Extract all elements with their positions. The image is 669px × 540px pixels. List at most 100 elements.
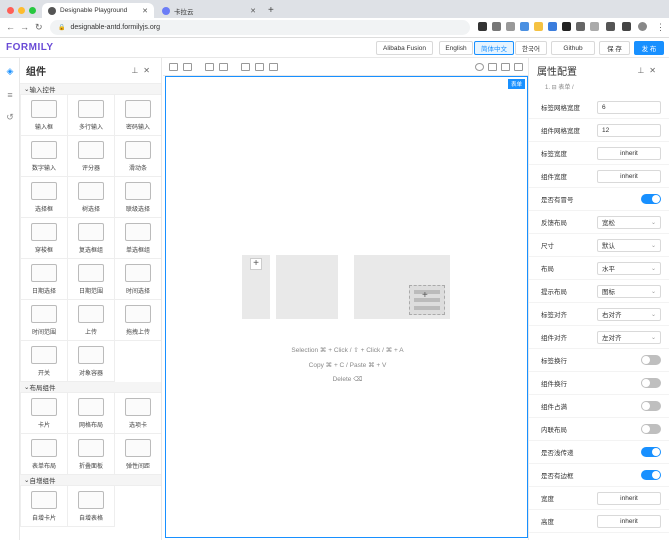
mobile-view-icon[interactable]: [255, 63, 264, 71]
redo-icon[interactable]: [183, 63, 192, 71]
component-group-header[interactable]: ⌄ 自增组件: [20, 475, 161, 486]
property-select[interactable]: 图标 ⌄: [597, 284, 661, 298]
preview-icon[interactable]: [514, 63, 523, 71]
property-switch[interactable]: [641, 401, 661, 411]
property-switch[interactable]: [641, 194, 661, 204]
pc-view-icon[interactable]: [241, 63, 250, 71]
maximize-window-icon[interactable]: [29, 7, 36, 14]
undo-icon[interactable]: [169, 63, 178, 71]
json-view-icon[interactable]: [488, 63, 497, 71]
component-item[interactable]: 穿梭框: [21, 218, 68, 259]
component-item[interactable]: 输入框: [21, 95, 68, 136]
property-input[interactable]: inherit: [597, 146, 661, 160]
property-switch[interactable]: [641, 378, 661, 388]
property-input[interactable]: 12: [597, 123, 661, 137]
component-item[interactable]: 开关: [21, 341, 68, 382]
pin-close-icons[interactable]: ⊥✕: [637, 66, 661, 75]
component-item[interactable]: 日期范围: [68, 259, 115, 300]
component-item[interactable]: 联级选择: [115, 177, 161, 218]
avatar[interactable]: [638, 22, 647, 31]
breadcrumb[interactable]: 1. ⊟ 表单 /: [529, 82, 669, 96]
component-item[interactable]: 滑动条: [115, 136, 161, 177]
korean-button[interactable]: 한국어: [515, 41, 547, 55]
design-view-icon[interactable]: [475, 63, 484, 71]
publish-button[interactable]: 发 布: [634, 41, 664, 55]
property-switch[interactable]: [641, 447, 661, 457]
responsive-view-icon[interactable]: [269, 63, 278, 71]
minimize-window-icon[interactable]: [18, 7, 25, 14]
extension-icon[interactable]: [520, 22, 529, 31]
reload-icon[interactable]: ↻: [35, 22, 43, 33]
component-item[interactable]: 复选框组: [68, 218, 115, 259]
sidebar-icon[interactable]: [622, 22, 631, 31]
extension-icon[interactable]: [534, 22, 543, 31]
menu-dots-icon[interactable]: ⋮: [656, 22, 665, 33]
code-view-icon[interactable]: [501, 63, 510, 71]
component-item[interactable]: 选择框: [21, 177, 68, 218]
back-icon[interactable]: ←: [6, 22, 15, 32]
property-select[interactable]: 右对齐 ⌄: [597, 307, 661, 321]
extension-icon[interactable]: [506, 22, 515, 31]
pin-close-icons[interactable]: ⊥✕: [131, 66, 155, 75]
github-button[interactable]: Github: [551, 41, 595, 55]
history-icon[interactable]: ↺: [5, 112, 15, 122]
component-item[interactable]: 折叠面板: [68, 434, 115, 475]
browser-tab-inactive[interactable]: 卡拉云 ✕: [156, 3, 262, 18]
property-switch[interactable]: [641, 424, 661, 434]
component-item[interactable]: 自增卡片: [21, 486, 68, 527]
close-tab-icon[interactable]: ✕: [142, 7, 148, 15]
components-icon[interactable]: ◈: [5, 66, 15, 76]
component-item[interactable]: 树选择: [68, 177, 115, 218]
component-item[interactable]: 单选框组: [115, 218, 161, 259]
component-group-header[interactable]: ⌄ 布局组件: [20, 382, 161, 393]
component-item[interactable]: 表单布局: [21, 434, 68, 475]
close-window-icon[interactable]: [7, 7, 14, 14]
new-tab-icon[interactable]: +: [268, 5, 274, 16]
component-item[interactable]: 网格布局: [68, 393, 115, 434]
chinese-button[interactable]: 简体中文: [474, 41, 514, 55]
component-item[interactable]: 弹性间距: [115, 434, 161, 475]
save-button[interactable]: 保 存: [599, 41, 630, 55]
browser-tab-active[interactable]: Designable Playground ✕: [42, 3, 154, 18]
selection-icon[interactable]: [219, 63, 228, 71]
extension-icon[interactable]: [478, 22, 487, 31]
component-item[interactable]: 多行输入: [68, 95, 115, 136]
component-item[interactable]: 选项卡: [115, 393, 161, 434]
property-input[interactable]: inherit: [597, 491, 661, 505]
component-item[interactable]: 数字输入: [21, 136, 68, 177]
puzzle-icon[interactable]: [606, 22, 615, 31]
property-select[interactable]: 水平 ⌄: [597, 261, 661, 275]
component-item[interactable]: 时间选择: [115, 259, 161, 300]
property-select[interactable]: 默认 ⌄: [597, 238, 661, 252]
window-controls[interactable]: [7, 7, 36, 14]
extension-icon[interactable]: [590, 22, 599, 31]
component-item[interactable]: 拖拽上传: [115, 300, 161, 341]
close-tab-icon[interactable]: ✕: [250, 7, 256, 15]
component-item[interactable]: 卡片: [21, 393, 68, 434]
forward-icon[interactable]: →: [20, 22, 29, 32]
property-input[interactable]: inherit: [597, 514, 661, 528]
outline-tree-icon[interactable]: ≡: [5, 90, 15, 100]
english-button[interactable]: English: [439, 41, 473, 55]
property-select[interactable]: 左对齐 ⌄: [597, 330, 661, 344]
component-item[interactable]: 日期选择: [21, 259, 68, 300]
property-input[interactable]: 6: [597, 100, 661, 114]
url-field[interactable]: 🔒 designable-antd.formilyjs.org: [50, 20, 470, 35]
property-switch[interactable]: [641, 470, 661, 480]
property-input[interactable]: inherit: [597, 169, 661, 183]
component-item[interactable]: 对象容器: [68, 341, 115, 382]
component-group-header[interactable]: ⌄ 输入控件: [20, 84, 161, 95]
move-icon[interactable]: [205, 63, 214, 71]
extension-icon[interactable]: [562, 22, 571, 31]
form-badge[interactable]: 表单: [507, 79, 525, 89]
component-item[interactable]: 密码输入: [115, 95, 161, 136]
extension-icon[interactable]: [548, 22, 557, 31]
design-canvas[interactable]: 表单 + + Selection ⌘ + Click / ⇧ + Click /…: [165, 76, 528, 538]
property-select[interactable]: 宽松 ⌄: [597, 215, 661, 229]
extension-icon[interactable]: [576, 22, 585, 31]
component-item[interactable]: 上传: [68, 300, 115, 341]
extension-icon[interactable]: [492, 22, 501, 31]
component-item[interactable]: 时间范围: [21, 300, 68, 341]
alibaba-fusion-button[interactable]: Alibaba Fusion: [376, 41, 433, 55]
property-switch[interactable]: [641, 355, 661, 365]
